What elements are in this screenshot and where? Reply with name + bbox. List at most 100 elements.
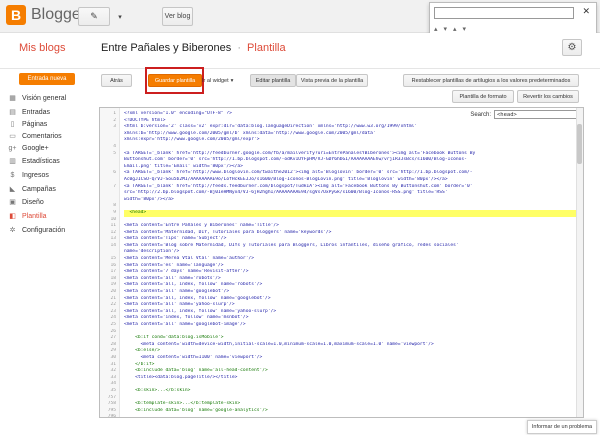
close-icon[interactable]: ✕ bbox=[582, 6, 590, 17]
code-line[interactable]: 12 <meta content='Maternidad, DIY, Tutori… bbox=[100, 230, 583, 237]
line-number: 12 bbox=[110, 229, 116, 235]
code-line[interactable]: 29 <b:else/> bbox=[100, 348, 583, 355]
sidebar-item-3[interactable]: ▯ Páginas bbox=[8, 118, 48, 130]
code-line[interactable]: Email.png' title='Email' width='80px'/><… bbox=[100, 164, 583, 171]
new-post-button[interactable]: Entrada nueva bbox=[19, 73, 75, 85]
sidebar-item-5[interactable]: g+ Google+ bbox=[8, 142, 49, 154]
scrollbar-thumb[interactable] bbox=[577, 124, 582, 164]
line-content: <meta content='width=1100' name='viewpor… bbox=[124, 354, 263, 360]
code-line[interactable]: 4 bbox=[100, 144, 583, 151]
code-line[interactable]: 13 <meta content='Tips' name='Subject'/> bbox=[100, 236, 583, 243]
line-content: <meta content='all, index, follow' name=… bbox=[124, 282, 263, 288]
line-content: <meta content='Tips' name='Subject'/> bbox=[124, 236, 227, 242]
code-line[interactable]: 24 <meta content='index, follow' name='ms… bbox=[100, 315, 583, 322]
line-number: 28 bbox=[110, 341, 116, 347]
code-line[interactable]: 18 <meta content='all' name='robots'/> bbox=[100, 276, 583, 283]
line-content: <b:include data='blog' name='all-head-co… bbox=[124, 368, 268, 374]
blog-name[interactable]: Entre Pañales y Biberones bbox=[101, 42, 231, 54]
popup-search-input[interactable] bbox=[434, 7, 574, 19]
revert-changes-button[interactable]: Revertir los cambios bbox=[517, 90, 579, 103]
code-line[interactable]: 35 <b:skin>...</b:skin> bbox=[100, 388, 583, 395]
code-line[interactable]: 19 <meta content='all, index, follow' nam… bbox=[100, 282, 583, 289]
code-line[interactable]: 17 <meta content='7 days' name='Revisit-a… bbox=[100, 269, 583, 276]
breadcrumb-separator: · bbox=[237, 42, 241, 54]
code-line[interactable]: 30 <meta content='width=1100' name='view… bbox=[100, 355, 583, 362]
code-line[interactable]: Buttonshut.com' border='0' src='http://1… bbox=[100, 157, 583, 164]
line-number: 8 bbox=[113, 203, 116, 209]
back-button[interactable]: Atrás bbox=[101, 74, 132, 87]
sidebar-item-11[interactable]: ✲ Configuración bbox=[8, 224, 66, 236]
code-line[interactable]: 26 bbox=[100, 329, 583, 336]
code-line[interactable]: 21 <meta content='all, index, follow' nam… bbox=[100, 296, 583, 303]
line-number: 15 bbox=[110, 256, 116, 262]
code-line[interactable]: 9 <head> bbox=[100, 209, 583, 217]
code-line[interactable]: 33 <title><data:blog.pageTitle/></title> bbox=[100, 375, 583, 382]
line-number: 3 bbox=[113, 124, 116, 130]
edit-dropdown-icon[interactable]: ▾ bbox=[116, 7, 124, 26]
code-line[interactable]: 25 <meta content='all' name='googlebot-im… bbox=[100, 322, 583, 329]
line-number: 21 bbox=[110, 295, 116, 301]
report-issue-button[interactable]: Informar de un problema bbox=[527, 420, 597, 434]
sidebar-item-10[interactable]: ◧ Plantilla bbox=[8, 210, 46, 222]
line-content: <a TARGET='_blank' href='http://feedburn… bbox=[124, 150, 476, 156]
sidebar-item-2[interactable]: ▤ Entradas bbox=[8, 106, 50, 118]
comments-icon: ▭ bbox=[9, 133, 16, 140]
template-code-editor[interactable]: 1 <?xml version="1.0" encoding="UTF-8" ?>… bbox=[99, 107, 584, 418]
my-blogs-link[interactable]: Mis blogs bbox=[19, 42, 65, 54]
code-line[interactable]: 796 bbox=[100, 414, 583, 417]
line-number: 31 bbox=[110, 361, 116, 367]
code-area[interactable]: 1 <?xml version="1.0" encoding="UTF-8" ?>… bbox=[100, 111, 583, 417]
tab-edit-template[interactable]: Editar plantilla bbox=[250, 74, 296, 87]
restore-widgets-button[interactable]: Restablecer plantillas de artilugios a l… bbox=[403, 74, 579, 87]
sidebar-item-8[interactable]: ◣ Campañas bbox=[8, 183, 56, 195]
page-header: Mis blogs Entre Pañales y Biberones · Pl… bbox=[0, 33, 600, 69]
code-line[interactable]: 11 <meta content='Entre Pañales y Biberon… bbox=[100, 223, 583, 230]
code-line[interactable]: 16 <meta content='es' name='language'/> bbox=[100, 263, 583, 270]
code-line[interactable]: xmlns:b='http://www.google.com/2005/gml/… bbox=[100, 131, 583, 138]
edit-post-button[interactable]: ✎ bbox=[78, 7, 110, 26]
code-line[interactable]: 7 <a TARGET='_blank' href='http://feeds.f… bbox=[100, 184, 583, 191]
code-line[interactable]: Ac0gJICSO-Q/VJ-Sou5b2MI/AAAAAAAAE9o/LofH… bbox=[100, 177, 583, 184]
code-line[interactable]: src='http://2.bp.blogspot.com/-Bj0IeHMNy… bbox=[100, 190, 583, 197]
sidebar-item-1[interactable]: ▦ Visión general bbox=[8, 92, 66, 104]
tab-preview-template[interactable]: Vista previa de la plantilla bbox=[296, 74, 368, 87]
sidebar-item-label: Campañas bbox=[22, 185, 56, 193]
code-line[interactable]: 22 <meta content='all' name='yahoo-slurp'… bbox=[100, 302, 583, 309]
code-line[interactable]: 27 <b:if cond='data:blog.isMobile'> bbox=[100, 335, 583, 342]
code-line[interactable]: 6 <a TARGET='_blank' href='http://www.blo… bbox=[100, 170, 583, 177]
code-line[interactable]: 10 bbox=[100, 217, 583, 224]
code-line[interactable]: 20 <meta content='all' name='googlebot'/> bbox=[100, 289, 583, 296]
line-number: 29 bbox=[110, 348, 116, 354]
line-number: 16 bbox=[110, 262, 116, 268]
code-line[interactable]: 795 <b:include data='blog' name='google-… bbox=[100, 408, 583, 415]
sidebar-item-9[interactable]: ▣ Diseño bbox=[8, 196, 44, 208]
sidebar-item-6[interactable]: ▥ Estadísticas bbox=[8, 155, 60, 167]
code-line[interactable]: 34 bbox=[100, 381, 583, 388]
code-line[interactable]: 23 <meta content='all, index, follow' nam… bbox=[100, 309, 583, 316]
code-line[interactable]: xmlns:expr='http://www.google.com/2005/g… bbox=[100, 137, 583, 144]
sidebar-item-4[interactable]: ▭ Comentarios bbox=[8, 130, 62, 142]
code-line[interactable]: 28 <meta content='width=device-width,ini… bbox=[100, 342, 583, 349]
code-line[interactable]: 3 <html b:version='2' class='v2' expr:dir… bbox=[100, 124, 583, 131]
editor-scrollbar[interactable] bbox=[576, 108, 583, 417]
goto-widget-dropdown[interactable]: Ir al widget ▾ bbox=[202, 74, 242, 87]
format-template-button[interactable]: Plantilla de formato bbox=[452, 90, 514, 103]
code-line[interactable]: 32 <b:include data='blog' name='all-head… bbox=[100, 368, 583, 375]
code-line[interactable]: 757 bbox=[100, 395, 583, 402]
code-line[interactable]: 758 <b:template-skin>...</b:template-ski… bbox=[100, 401, 583, 408]
layout-icon: ▣ bbox=[9, 199, 16, 206]
code-line[interactable]: 15 <meta content='Merea Vtal Vtal' name='… bbox=[100, 256, 583, 263]
gear-icon[interactable]: ⚙ bbox=[562, 39, 582, 56]
sidebar-item-7[interactable]: $ Ingresos bbox=[8, 169, 49, 181]
view-blog-button[interactable]: Ver blog bbox=[162, 7, 193, 26]
code-line[interactable]: 8 bbox=[100, 203, 583, 210]
code-line[interactable]: 5 <a TARGET='_blank' href='http://feedbur… bbox=[100, 151, 583, 158]
blogger-logo[interactable]: B Blogger bbox=[6, 5, 86, 25]
code-line[interactable]: name='description'/> bbox=[100, 249, 583, 256]
line-number: 18 bbox=[110, 275, 116, 281]
code-line[interactable]: 14 <meta content='Blog sobre Maternidad, … bbox=[100, 243, 583, 250]
code-line[interactable]: 31 </b:if> bbox=[100, 362, 583, 369]
code-line[interactable]: width='80px'/></a> bbox=[100, 197, 583, 204]
search-input[interactable]: <head> bbox=[494, 110, 579, 119]
popup-arrow-icons[interactable]: ▴▾▴▾ bbox=[434, 25, 472, 33]
